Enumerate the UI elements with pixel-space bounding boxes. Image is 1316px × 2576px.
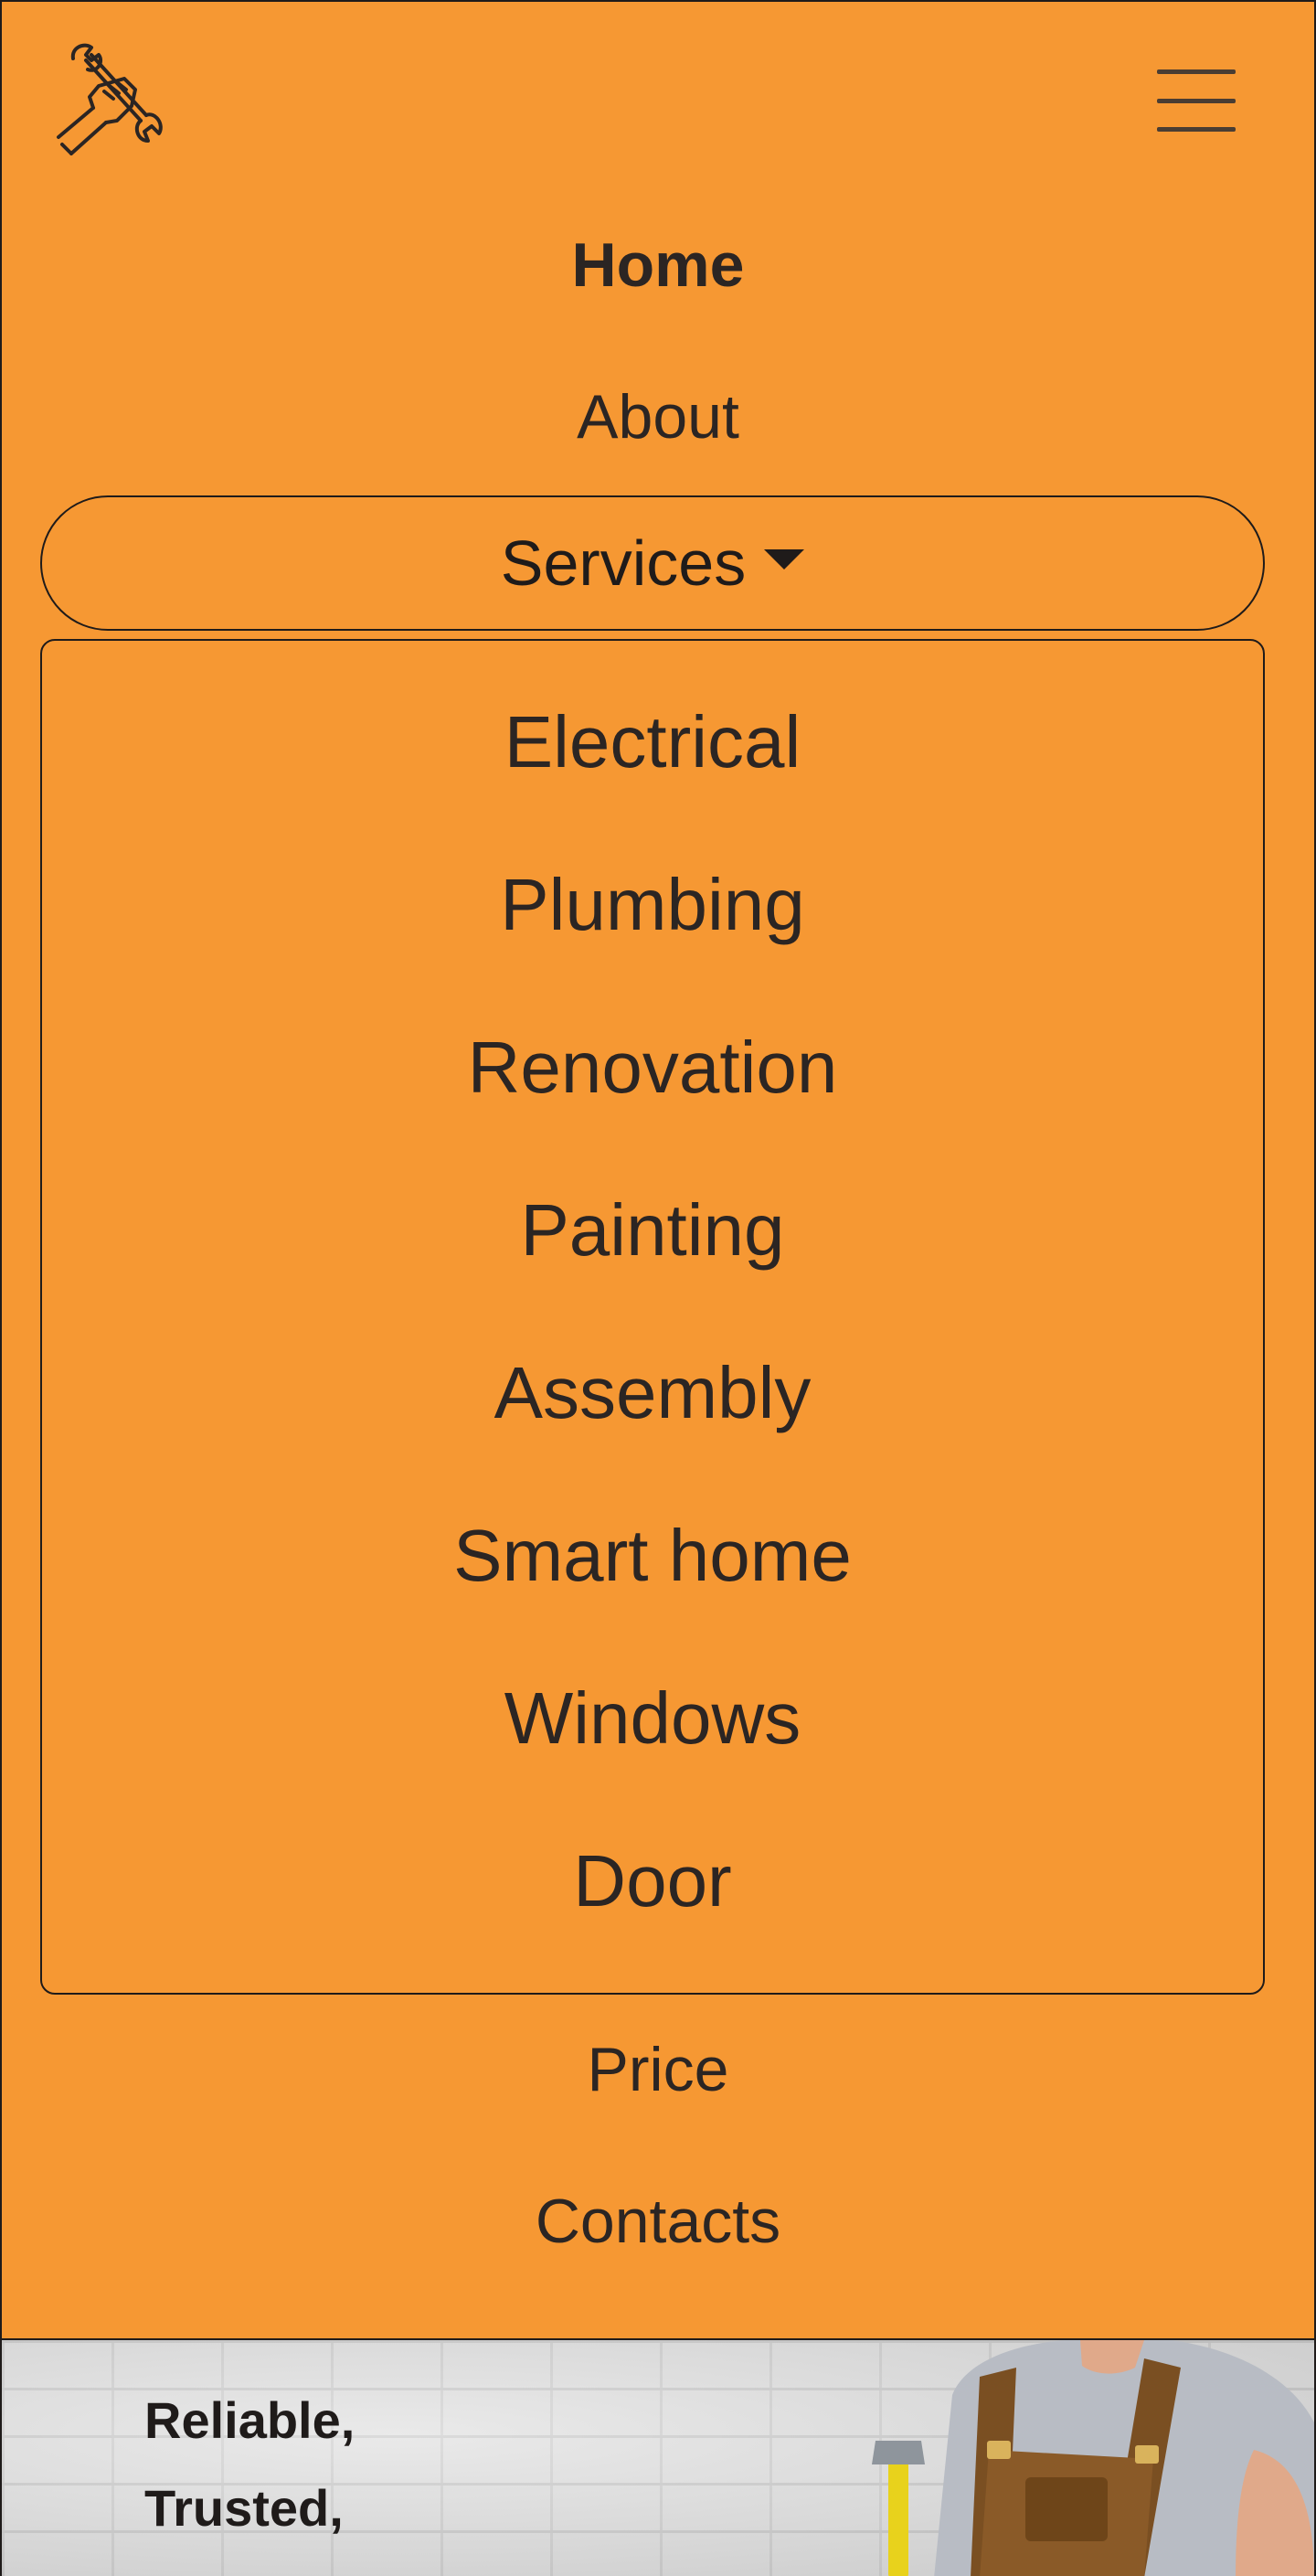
- handyman-logo-icon[interactable]: [53, 42, 172, 161]
- nav-link-home[interactable]: Home: [2, 229, 1314, 302]
- dropdown-item-plumbing[interactable]: Plumbing: [42, 859, 1263, 951]
- handyman-worker-image: [872, 2340, 1314, 2576]
- hamburger-menu-icon[interactable]: [1146, 64, 1247, 137]
- burger-line: [1157, 127, 1236, 132]
- dropdown-item-windows[interactable]: Windows: [42, 1673, 1263, 1764]
- dropdown-item-door[interactable]: Door: [42, 1836, 1263, 1927]
- dropdown-item-assembly[interactable]: Assembly: [42, 1347, 1263, 1439]
- hero-line: Trusted,: [144, 2479, 344, 2537]
- header: [2, 2, 1314, 203]
- dropdown-item-renovation[interactable]: Renovation: [42, 1022, 1263, 1113]
- nav-link-price[interactable]: Price: [2, 2033, 1314, 2106]
- hero-line: Reliable,: [144, 2391, 356, 2449]
- nav-link-contacts[interactable]: Contacts: [2, 2185, 1314, 2258]
- services-dropdown-button[interactable]: Services: [40, 495, 1265, 631]
- nav-link-about[interactable]: About: [2, 380, 1314, 453]
- burger-line: [1157, 98, 1236, 103]
- dropdown-item-smart-home[interactable]: Smart home: [42, 1510, 1263, 1602]
- dropdown-item-painting[interactable]: Painting: [42, 1185, 1263, 1276]
- dropdown-item-electrical[interactable]: Electrical: [42, 697, 1263, 788]
- caret-down-icon: [764, 549, 805, 569]
- services-label: Services: [500, 527, 747, 599]
- hero-headline: Reliable, Trusted, Professional: [144, 2377, 451, 2576]
- hero-line: Professional: [144, 2552, 451, 2576]
- services-dropdown-menu: Electrical Plumbing Renovation Painting …: [40, 639, 1265, 1995]
- burger-line: [1157, 69, 1236, 74]
- page: Home About Services Electrical Plumbing …: [0, 0, 1316, 2576]
- hero-banner: Reliable, Trusted, Professional: [2, 2338, 1314, 2576]
